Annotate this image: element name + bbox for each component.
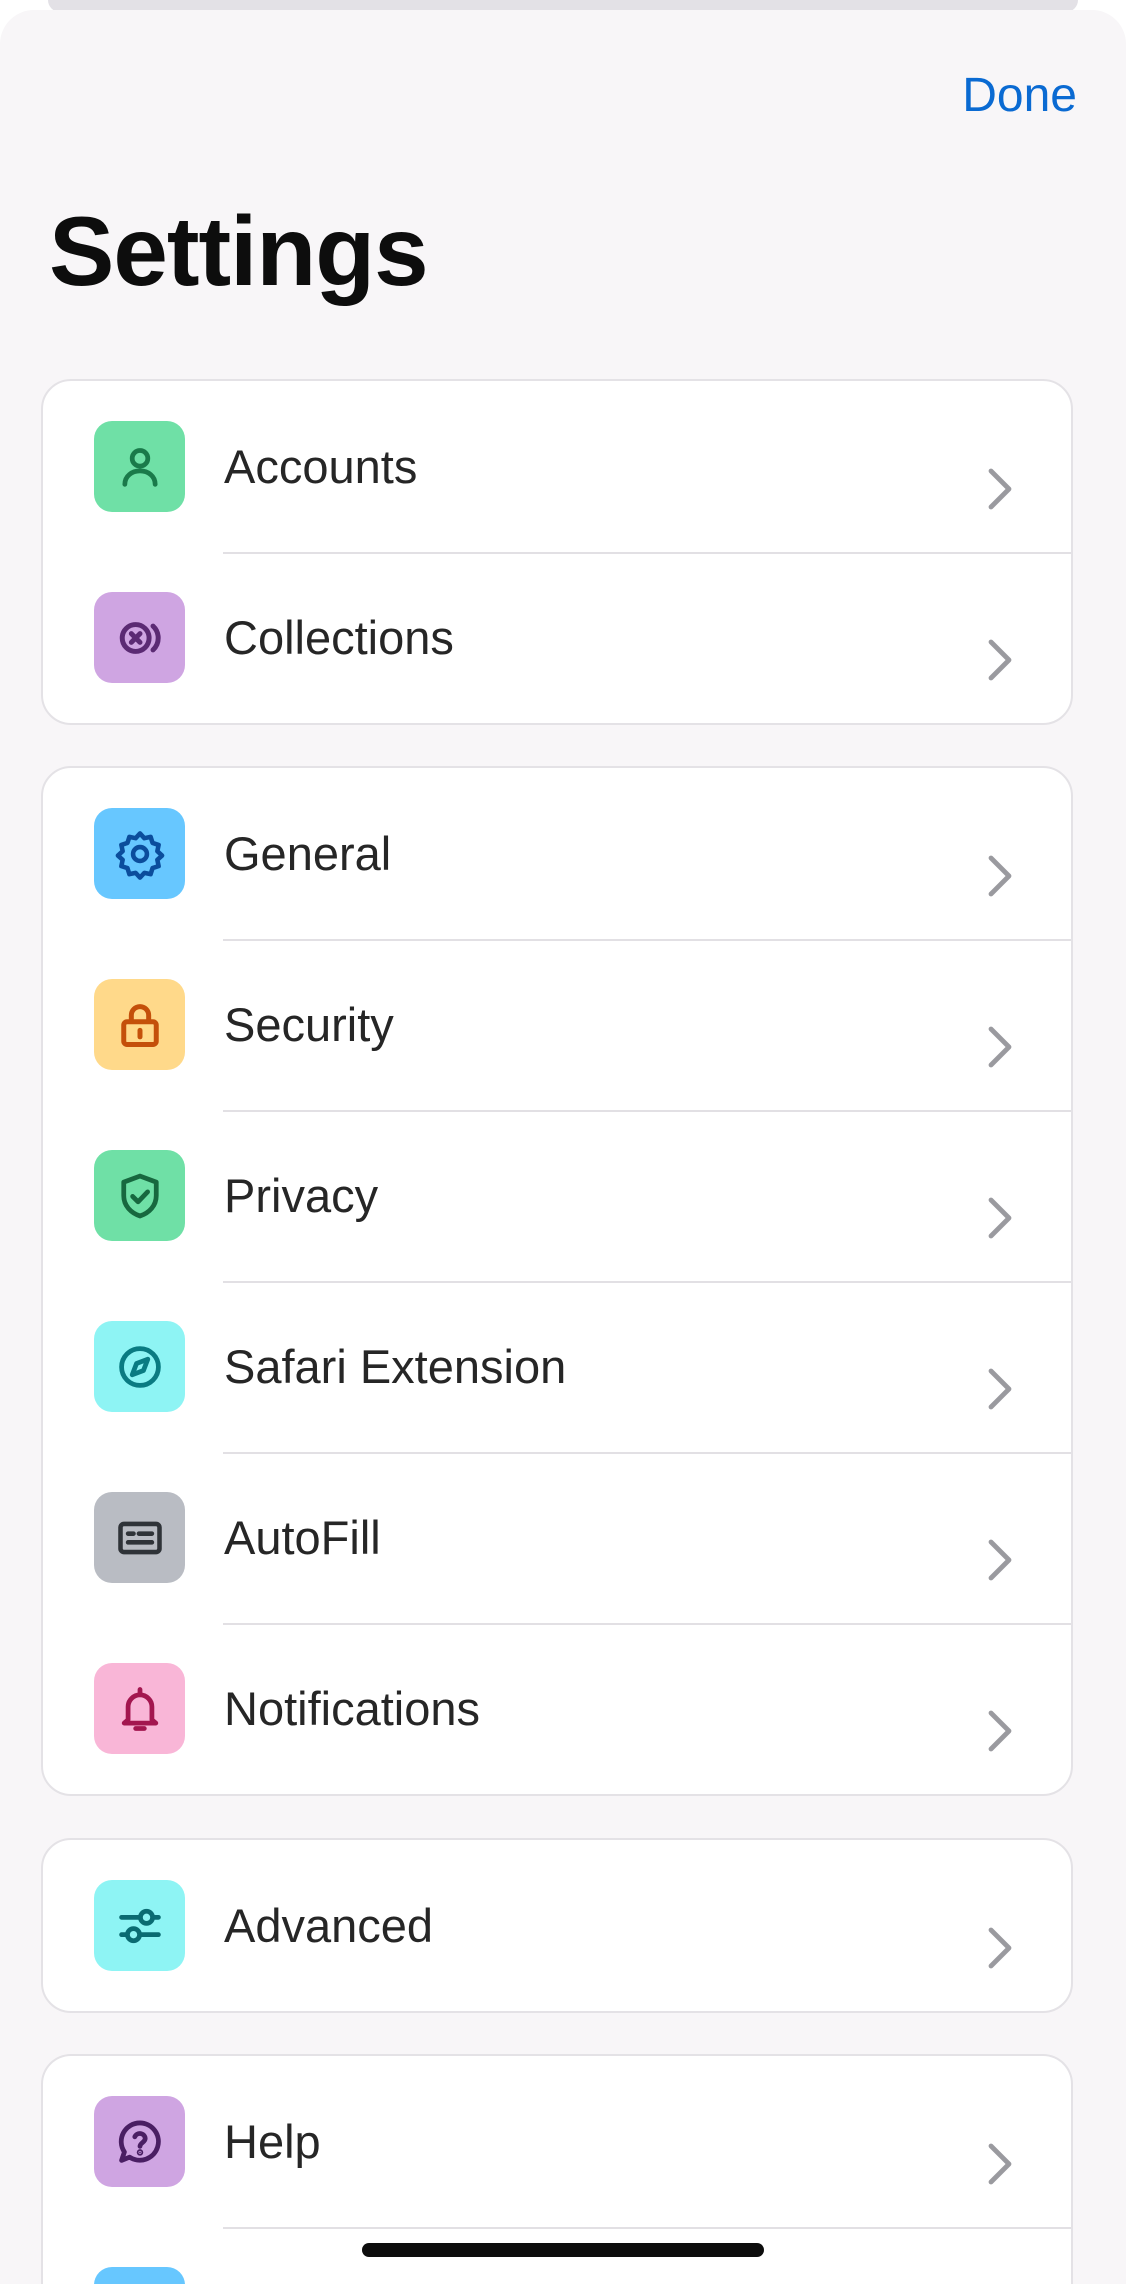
settings-row-label: Advanced (224, 1899, 434, 1952)
page-title: Settings (49, 196, 429, 306)
home-indicator (362, 2243, 764, 2257)
settings-row-label: Safari Extension (224, 1340, 567, 1393)
settings-row-security[interactable]: Security (43, 939, 1071, 1110)
settings-row-label: Security (224, 998, 394, 1051)
partial-icon (94, 2267, 185, 2284)
person-icon (94, 421, 185, 512)
settings-row-help[interactable]: Help (43, 2056, 1071, 2227)
settings-row-privacy[interactable]: Privacy (43, 1110, 1071, 1281)
lock-icon (94, 979, 185, 1070)
settings-row-collections[interactable]: Collections (43, 552, 1071, 723)
settings-row-label: Collections (224, 611, 454, 664)
shield-check-icon (94, 1150, 185, 1241)
settings-row-notifications[interactable]: Notifications (43, 1623, 1071, 1794)
settings-row-label: General (224, 827, 392, 880)
settings-row-autofill[interactable]: AutoFill (43, 1452, 1071, 1623)
collection-icon (94, 592, 185, 683)
settings-group-advanced: Advanced (41, 1838, 1073, 2013)
settings-row-label: Privacy (224, 1169, 379, 1222)
settings-row-advanced[interactable]: Advanced (43, 1840, 1071, 2011)
card-icon (94, 1492, 185, 1583)
compass-icon (94, 1321, 185, 1412)
settings-row-label: Accounts (224, 440, 418, 493)
bell-icon (94, 1663, 185, 1754)
settings-row-label: Notifications (224, 1682, 480, 1735)
settings-row-label: AutoFill (224, 1511, 381, 1564)
help-icon (94, 2096, 185, 2187)
settings-row-general[interactable]: General (43, 768, 1071, 939)
gear-icon (94, 808, 185, 899)
settings-group-accounts: Accounts Collections (41, 379, 1073, 725)
settings-sheet: Done Settings Accounts Collections Genera… (0, 10, 1126, 2284)
sliders-icon (94, 1880, 185, 1971)
done-button[interactable]: Done (962, 68, 1077, 123)
settings-group-preferences: General Security Privacy Safari Extension Au… (41, 766, 1073, 1796)
settings-row-label: Help (224, 2115, 321, 2168)
settings-row-safari-extension[interactable]: Safari Extension (43, 1281, 1071, 1452)
settings-row-accounts[interactable]: Accounts (43, 381, 1071, 552)
